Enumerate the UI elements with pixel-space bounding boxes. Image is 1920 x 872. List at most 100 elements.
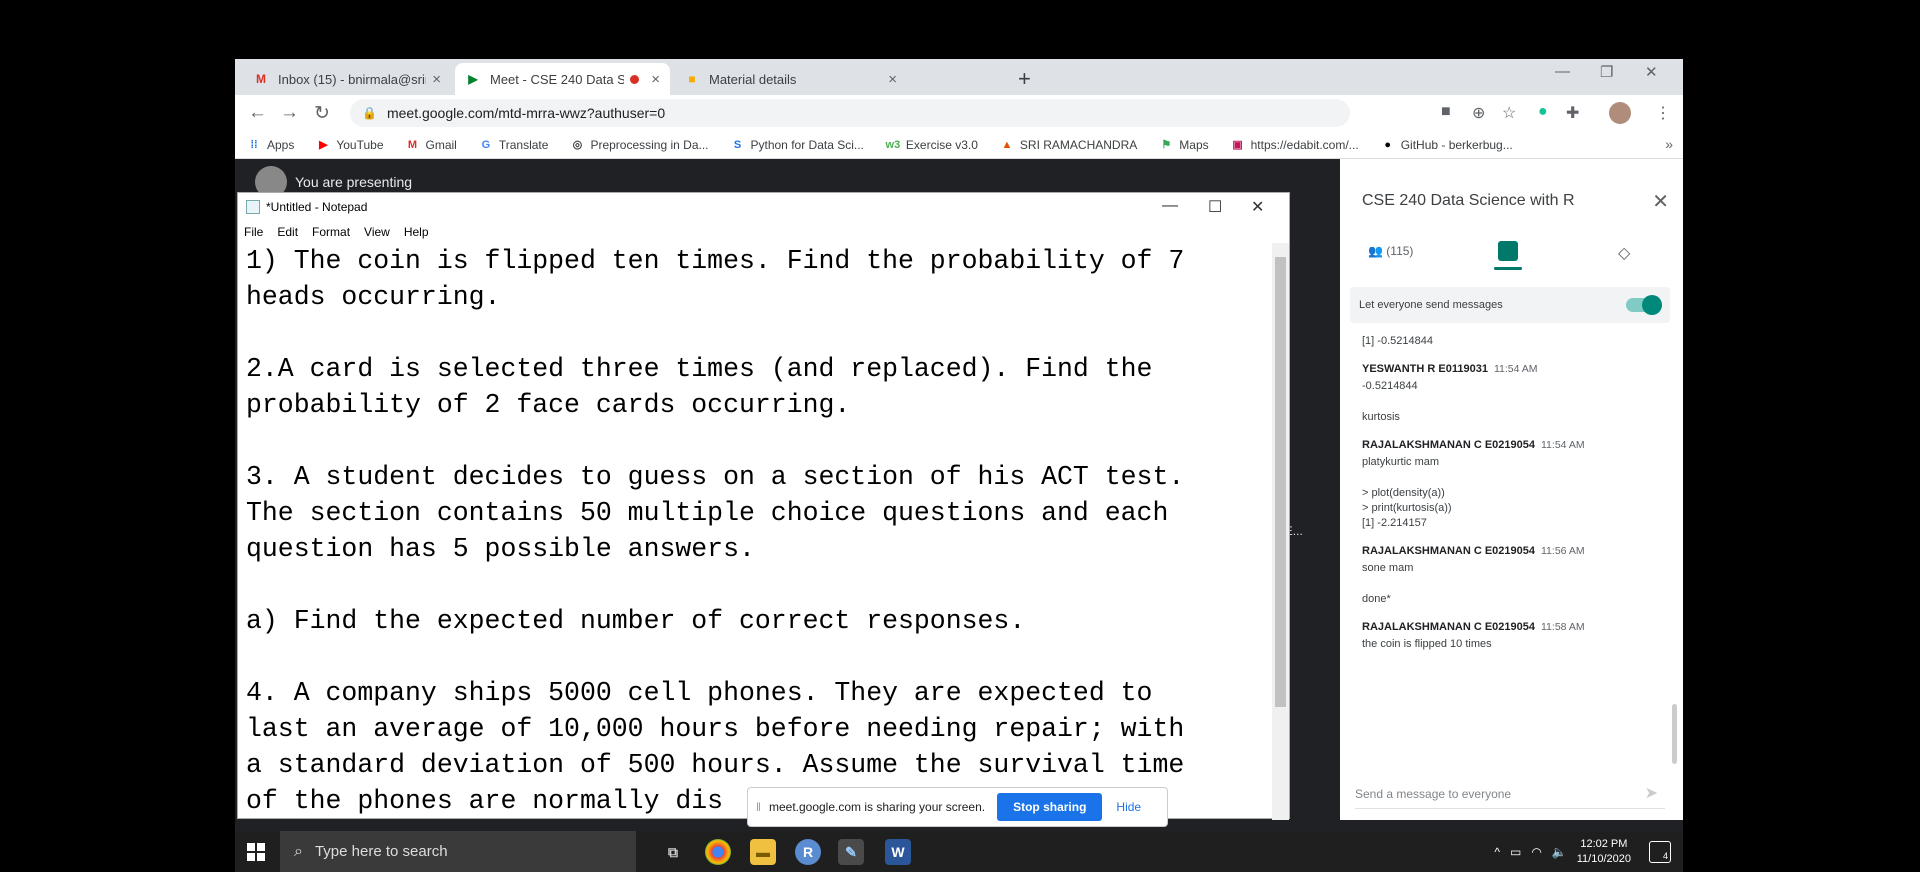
bookmarks-bar: ⁞⁞ Apps ▶ YouTube M Gmail G Translate ◎ Prepr… bbox=[235, 131, 1683, 159]
menu-format[interactable]: Format bbox=[312, 225, 350, 239]
grammarly-icon[interactable]: ● bbox=[1538, 103, 1548, 121]
close-icon[interactable]: ✕ bbox=[1652, 189, 1669, 214]
clock-time: 12:02 PM bbox=[1580, 837, 1628, 850]
people-count: (115) bbox=[1386, 244, 1414, 258]
stop-sharing-button[interactable]: Stop sharing bbox=[997, 793, 1103, 821]
close-icon[interactable]: × bbox=[651, 71, 660, 88]
bookmark-apps[interactable]: ⁞⁞ Apps bbox=[247, 138, 294, 152]
back-icon[interactable]: ← bbox=[248, 102, 267, 124]
maximize-icon[interactable]: ☐ bbox=[1208, 197, 1222, 217]
reload-icon[interactable]: ↻ bbox=[314, 102, 330, 125]
bookmark-youtube[interactable]: ▶ YouTube bbox=[316, 138, 383, 152]
menu-view[interactable]: View bbox=[364, 225, 390, 239]
new-tab-icon[interactable]: + bbox=[1018, 66, 1031, 92]
task-view-icon[interactable]: ⧉ bbox=[660, 839, 686, 865]
windows-start-icon[interactable] bbox=[247, 843, 265, 861]
close-icon[interactable]: × bbox=[432, 71, 441, 88]
notepad-text-area[interactable]: 1) The coin is flipped ten times. Find t… bbox=[238, 243, 1273, 820]
forward-icon[interactable]: → bbox=[280, 102, 299, 124]
menu-help[interactable]: Help bbox=[404, 225, 429, 239]
menu-edit[interactable]: Edit bbox=[277, 225, 298, 239]
tab-meet[interactable]: ▶ Meet - CSE 240 Data Science × bbox=[455, 63, 670, 95]
zoom-icon[interactable]: ⊕ bbox=[1472, 103, 1485, 123]
volume-icon[interactable]: 🔈 bbox=[1552, 845, 1567, 859]
minimize-icon[interactable]: — bbox=[1162, 197, 1178, 215]
address-bar[interactable]: 🔒 meet.google.com/mtd-mrra-wwz?authuser=… bbox=[350, 99, 1350, 127]
taskbar-search[interactable]: ⌕ Type here to search bbox=[280, 831, 636, 872]
bookmark-label: Maps bbox=[1179, 137, 1209, 152]
url-text: meet.google.com/mtd-mrra-wwz?authuser=0 bbox=[386, 105, 666, 121]
bookmark-edabit[interactable]: ▣ https://edabit.com/... bbox=[1231, 137, 1359, 152]
bookmark-maps[interactable]: ⚑ Maps bbox=[1159, 138, 1208, 152]
browser-window: M Inbox (15) - bnirmala@sriramach × ▶ Me… bbox=[235, 59, 1683, 872]
activities-icon[interactable]: ◇ bbox=[1618, 243, 1630, 263]
message-text: sone mam bbox=[1362, 562, 1414, 574]
recording-dot-icon bbox=[630, 74, 640, 84]
message-time: 11:56 AM bbox=[1541, 545, 1585, 557]
clock[interactable]: 12:02 PM 11/10/2020 bbox=[1577, 837, 1631, 867]
notification-icon[interactable]: 4 bbox=[1649, 840, 1671, 863]
close-icon[interactable]: ✕ bbox=[1251, 197, 1264, 217]
meet-icon: ▶ bbox=[468, 72, 478, 86]
bookmark-sri-ramachandra[interactable]: ▲ SRI RAMACHANDRA bbox=[1000, 138, 1137, 152]
profile-avatar[interactable] bbox=[1609, 102, 1631, 124]
bookmark-label: Preprocessing in Da... bbox=[590, 137, 709, 152]
drag-handle-icon[interactable]: ‖ bbox=[756, 800, 761, 814]
bookmark-preprocessing[interactable]: ◎ Preprocessing in Da... bbox=[570, 137, 709, 152]
notepad-titlebar[interactable]: *Untitled - Notepad bbox=[238, 193, 1289, 221]
bookmark-label: https://edabit.com/... bbox=[1250, 137, 1359, 152]
classroom-icon: ■ bbox=[688, 72, 696, 86]
browser-toolbar: ← → ↻ 🔒 meet.google.com/mtd-mrra-wwz?aut… bbox=[235, 95, 1683, 131]
bookmark-translate[interactable]: G Translate bbox=[479, 138, 549, 152]
bookmark-github[interactable]: ● GitHub - berkerbug... bbox=[1381, 138, 1512, 152]
message-text: the coin is flipped 10 times bbox=[1362, 638, 1492, 650]
let-everyone-toggle[interactable] bbox=[1626, 295, 1662, 315]
extensions-icon[interactable]: ✚ bbox=[1566, 103, 1579, 123]
maps-icon: ⚑ bbox=[1161, 139, 1172, 151]
chevron-up-icon[interactable]: ^ bbox=[1494, 845, 1500, 859]
notepad-window[interactable]: *Untitled - Notepad — ☐ ✕ File Edit Form… bbox=[237, 192, 1290, 820]
bookmark-gmail[interactable]: M Gmail bbox=[406, 138, 457, 152]
file-explorer-icon[interactable]: ▬ bbox=[750, 839, 776, 865]
chrome-icon[interactable] bbox=[705, 839, 731, 865]
chat-icon[interactable] bbox=[1498, 241, 1518, 261]
search-icon: ⌕ bbox=[294, 842, 303, 860]
tab-people[interactable]: 👥 (115) bbox=[1368, 244, 1413, 258]
minimize-icon[interactable]: — bbox=[1555, 63, 1570, 80]
restore-icon[interactable]: ❐ bbox=[1600, 63, 1613, 81]
hide-button[interactable]: Hide bbox=[1116, 800, 1141, 814]
bookmark-label: Exercise v3.0 bbox=[905, 137, 978, 152]
notepad-icon bbox=[246, 200, 260, 214]
bookmark-exercise[interactable]: w3 Exercise v3.0 bbox=[886, 138, 978, 152]
chat-message-input[interactable]: Send a message to everyone bbox=[1355, 779, 1665, 809]
close-window-icon[interactable]: ✕ bbox=[1645, 63, 1658, 81]
menu-kebab-icon[interactable]: ⋮ bbox=[1655, 103, 1671, 123]
star-icon[interactable]: ☆ bbox=[1502, 103, 1516, 123]
screen-share-bar: ‖ meet.google.com is sharing your screen… bbox=[747, 787, 1168, 827]
tab-inbox[interactable]: M Inbox (15) - bnirmala@sriramach × bbox=[243, 63, 451, 95]
youtube-icon: ▶ bbox=[319, 139, 328, 151]
bookmark-label: Gmail bbox=[425, 137, 457, 152]
message-header: RAJALAKSHMANAN C E0219054 11:56 AM bbox=[1362, 545, 1662, 557]
scrollbar-thumb[interactable] bbox=[1275, 257, 1286, 707]
r-app-icon[interactable]: R bbox=[795, 839, 821, 865]
search-placeholder: Type here to search bbox=[314, 843, 448, 860]
notepad-scrollbar[interactable] bbox=[1272, 243, 1289, 820]
w3-icon: w3 bbox=[885, 138, 901, 151]
bookmarks-overflow-icon[interactable]: » bbox=[1665, 136, 1673, 152]
send-icon[interactable]: ➤ bbox=[1645, 783, 1658, 803]
bookmark-python[interactable]: S Python for Data Sci... bbox=[731, 138, 864, 152]
system-tray: ^ ▭ ◠ 🔈 12:02 PM 11/10/2020 4 bbox=[1494, 831, 1683, 872]
bookmark-label: SRI RAMACHANDRA bbox=[1019, 137, 1138, 152]
battery-icon[interactable]: ▭ bbox=[1510, 845, 1521, 859]
wifi-icon[interactable]: ◠ bbox=[1531, 845, 1541, 859]
chat-scrollbar[interactable] bbox=[1672, 704, 1677, 764]
camera-icon[interactable]: ■ bbox=[1441, 103, 1451, 121]
share-message: meet.google.com is sharing your screen. bbox=[768, 800, 986, 814]
notepad-taskbar-icon[interactable]: ✎ bbox=[838, 839, 864, 865]
tab-material[interactable]: ■ Material details × bbox=[674, 63, 907, 95]
menu-file[interactable]: File bbox=[244, 225, 263, 239]
chat-input-placeholder: Send a message to everyone bbox=[1355, 786, 1512, 801]
close-icon[interactable]: × bbox=[888, 71, 897, 88]
word-icon[interactable]: W bbox=[885, 839, 911, 865]
